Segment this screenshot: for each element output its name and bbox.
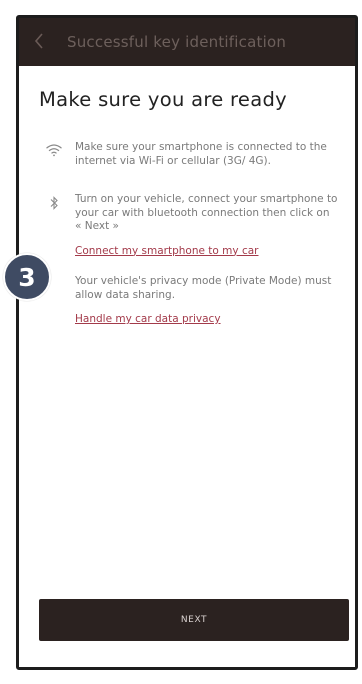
step-text-privacy: Your vehicle's privacy mode (Private Mod… bbox=[75, 275, 332, 301]
bluetooth-icon bbox=[39, 193, 69, 258]
next-button[interactable]: NEXT bbox=[39, 599, 349, 641]
connect-smartphone-link[interactable]: Connect my smartphone to my car bbox=[75, 245, 258, 257]
chevron-left-icon bbox=[34, 30, 44, 55]
step-bluetooth: Turn on your vehicle, connect your smart… bbox=[39, 193, 339, 258]
step-number-badge: 3 bbox=[3, 253, 51, 301]
step-text-internet: Make sure your smartphone is connected t… bbox=[75, 141, 327, 167]
main-content: Make sure you are ready Make sure your s… bbox=[39, 88, 339, 325]
car-data-privacy-link[interactable]: Handle my car data privacy bbox=[75, 313, 221, 325]
header-title: Successful key identification bbox=[67, 33, 287, 51]
wifi-icon bbox=[39, 141, 69, 168]
step-text-bluetooth: Turn on your vehicle, connect your smart… bbox=[75, 193, 338, 232]
app-header: Successful key identification bbox=[19, 18, 355, 66]
phone-screen: Successful key identification Make sure … bbox=[16, 15, 358, 670]
back-button[interactable] bbox=[19, 18, 59, 66]
step-internet: Make sure your smartphone is connected t… bbox=[39, 141, 339, 168]
step-privacy: Your vehicle's privacy mode (Private Mod… bbox=[39, 275, 339, 326]
page-title: Make sure you are ready bbox=[39, 88, 287, 111]
